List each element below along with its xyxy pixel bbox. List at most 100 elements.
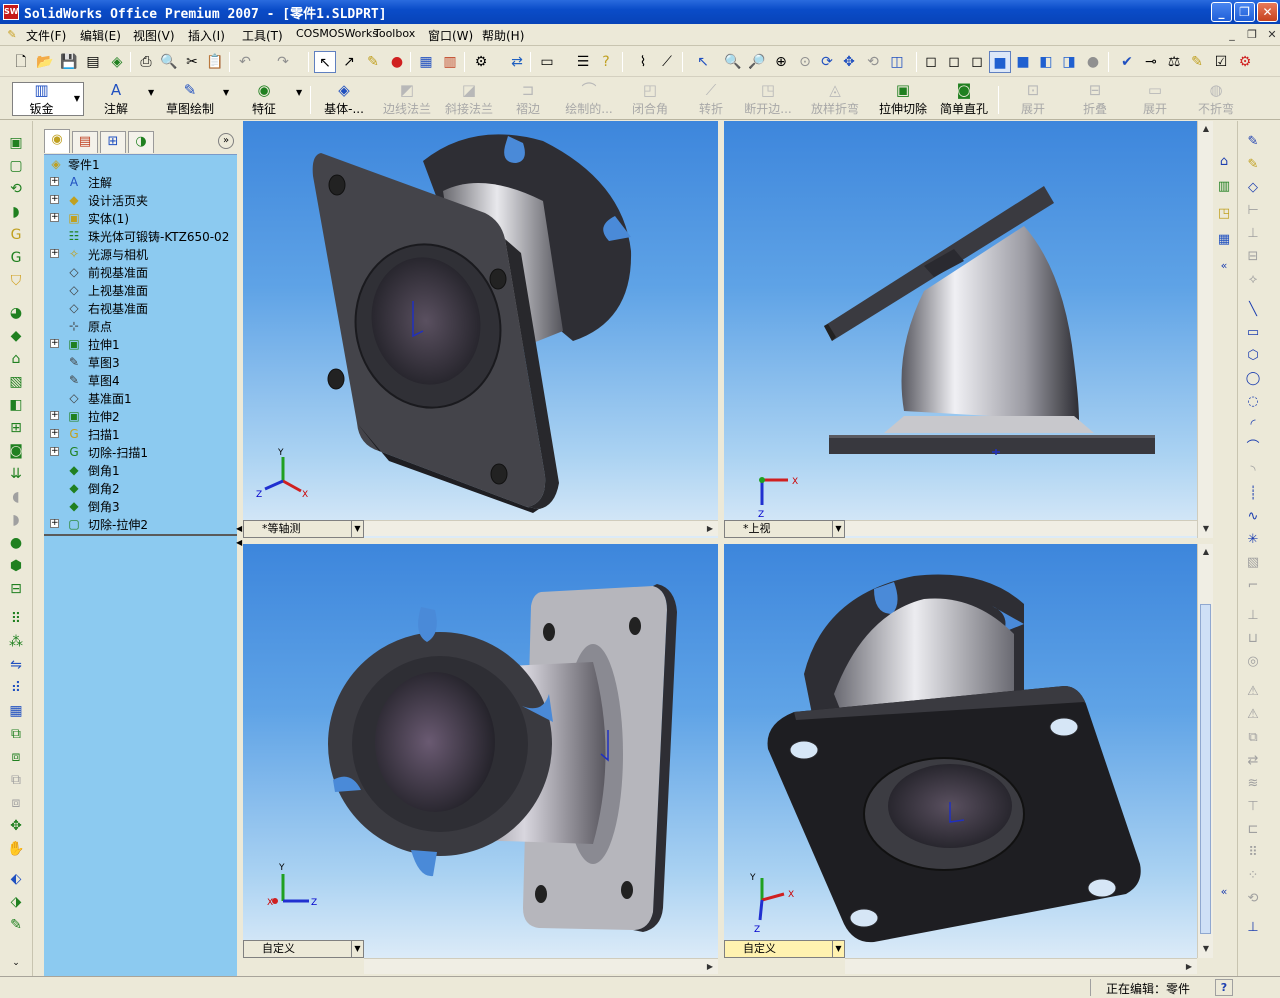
viewport-orientation-dropdown[interactable]: *上视 ▼ [724,520,845,538]
viewport-vertical-splitter[interactable] [718,121,724,976]
spline-icon[interactable]: ∿ [1242,506,1264,528]
minimize-button[interactable]: _ [1211,2,1232,22]
note-icon[interactable]: ✎ [1186,51,1208,73]
tree-item[interactable]: ⊹ 原点 [44,317,237,335]
chevron-down-icon[interactable]: ▼ [296,88,302,97]
delete-body-icon[interactable]: ✋ [4,839,28,859]
add-in-icon[interactable]: ⚙ [1234,51,1256,73]
viewport-custom-1[interactable]: Y Z X [243,544,718,958]
fill-pattern-icon[interactable]: ⧉ [4,724,28,744]
doc-close-button[interactable]: ✕ [1264,28,1280,42]
miter-flange-button[interactable]: ◪ 斜接法兰 [440,80,498,118]
dome-green-icon[interactable]: ● [4,533,28,553]
rebuild-icon[interactable]: ● [386,51,408,73]
shell-icon[interactable]: ▧ [4,372,28,392]
text-icon[interactable]: ▧ [1242,552,1264,574]
viewport-isometric[interactable]: Y X Z [243,121,718,538]
pan-icon[interactable]: ✥ [838,51,860,73]
splitter-left-arrow-icon[interactable]: ◀ [236,524,242,533]
tree-item[interactable]: ◇ 前视基准面 [44,263,237,281]
solidworks-logo-icon[interactable]: SW [3,4,19,20]
make-assembly-icon[interactable]: ◈ [106,51,128,73]
zoom-area-icon[interactable]: 🔎 [746,51,768,73]
viewport-3-hscroll[interactable]: ▶ [364,958,718,974]
dome-icon[interactable]: ◖ [4,487,28,507]
line-icon[interactable]: ╲ [1242,299,1264,321]
auto-dimension-icon[interactable]: ⟡ [1242,269,1264,291]
shaded-icon[interactable]: ■ [1012,51,1034,73]
checkbox-icon[interactable]: ☑ [1210,51,1232,73]
help-icon[interactable]: ? [595,51,617,73]
scroll-up-icon[interactable]: ▲ [1198,544,1214,560]
tree-item[interactable]: + ▢ 切除-拉伸2 [44,515,237,533]
splitter-right-arrow-icon[interactable]: ◀ [236,538,242,547]
viewport-orientation-dropdown[interactable]: 自定义 ▼ [243,940,364,958]
rollback-icon[interactable]: ⇄ [506,51,528,73]
viewport-horizontal-splitter[interactable] [243,538,1197,544]
rectangle-icon[interactable]: ▭ [1242,322,1264,344]
horizontal-dimension-icon[interactable]: ⊢ [1242,200,1264,222]
print-icon[interactable]: ⎙ [135,51,157,73]
menu-insert[interactable]: 插入(I) [188,27,225,44]
3point-arc-icon[interactable]: ◝ [1242,460,1264,482]
polygon-icon[interactable]: ⬡ [1242,345,1264,367]
extruded-cut-button[interactable]: ▣ 拉伸切除 [874,80,932,118]
sketch-button[interactable]: ✎ 草图绘制 [162,80,218,118]
view-layout-icon[interactable]: ▭ [536,51,558,73]
viewport-1-hscroll[interactable]: ▶ [364,520,718,536]
expand-panel-button[interactable]: » [218,133,234,149]
menu-edit[interactable]: 编辑(E) [80,27,121,44]
maximize-button[interactable]: ❐ [1234,2,1255,22]
scroll-right-icon[interactable]: ▶ [1181,959,1197,975]
tree-item[interactable]: ◆ 倒角2 [44,479,237,497]
view-palette-icon[interactable]: ▦ [1213,229,1235,251]
tree-item[interactable]: ◆ 倒角1 [44,461,237,479]
shaded-with-edges-icon[interactable]: ■ [989,51,1011,73]
linear-sketch-pattern-icon[interactable]: ⠿ [1242,842,1264,864]
sketched-bend-button[interactable]: ⌒ 绘制的... [558,80,620,118]
expand-icon[interactable]: + [50,213,59,222]
shadows-icon[interactable]: ◧ [1035,51,1057,73]
tangent-arc-icon[interactable]: ⌒ [1242,437,1264,459]
print-preview-icon[interactable]: 🔍 [158,51,180,73]
new-file-icon[interactable]: 🗋 [10,51,32,73]
spelling-icon[interactable]: ✔ [1116,51,1138,73]
tree-item[interactable]: + ▣ 拉伸2 [44,407,237,425]
cut-icon[interactable]: ✂ [181,51,203,73]
menu-view[interactable]: 视图(V) [133,27,175,44]
sketch-icon[interactable]: ✎ [1242,131,1264,153]
expand-icon[interactable]: + [50,195,59,204]
table-pattern-icon[interactable]: ▦ [4,701,28,721]
document-icon[interactable]: ✎ [4,28,20,42]
feature-tree-tab[interactable]: ◉ [44,129,70,153]
hem-button[interactable]: ⊐ 褶边 [505,80,551,118]
tree-item[interactable]: ☷ 珠光体可锻铸-KTZ650-02 [44,227,237,245]
chamfer-icon[interactable]: ◆ [4,326,28,346]
doc-restore-button[interactable]: ❐ [1244,28,1260,42]
zoom-selection-icon[interactable]: ⊙ [794,51,816,73]
tree-item[interactable]: ◇ 基准面1 [44,389,237,407]
section-icon[interactable]: ⟋ [656,51,678,73]
flatten-button[interactable]: ▭ 展开 [1132,80,1178,118]
tree-item[interactable]: + G 切除-扫描1 [44,443,237,461]
centerline-icon[interactable]: ┊ [1242,483,1264,505]
chevron-down-icon[interactable]: ▼ [71,84,83,114]
menu-toolbox[interactable]: Toolbox [374,27,415,40]
help-button[interactable]: ? [1215,979,1233,996]
viewport-2-hscroll[interactable] [845,520,1197,536]
expand-icon[interactable]: + [50,447,59,456]
viewport-4-vscroll[interactable]: ▲ ▼ [1197,544,1213,958]
make-drawing-icon[interactable]: ▤ [82,51,104,73]
hole-wizard-icon[interactable]: ⊞ [4,418,28,438]
tree-item[interactable]: + ▣ 实体(1) [44,209,237,227]
measure-icon[interactable]: ⌇ [632,51,654,73]
instant3d-icon[interactable]: ✎ [4,915,28,935]
fillet-sketch-icon[interactable]: ⌐ [1242,575,1264,597]
convert-entities-icon[interactable]: ◎ [1242,651,1264,673]
rotate-icon[interactable]: ⟳ [816,51,838,73]
scroll-right-icon[interactable]: ▶ [702,521,718,537]
save-icon[interactable]: 💾 [58,51,80,73]
viewport-orientation-dropdown[interactable]: *等轴测 ▼ [243,520,364,538]
configuration-manager-tab[interactable]: ⊞ [100,131,126,153]
move-copy-icon[interactable]: ✥ [4,816,28,836]
